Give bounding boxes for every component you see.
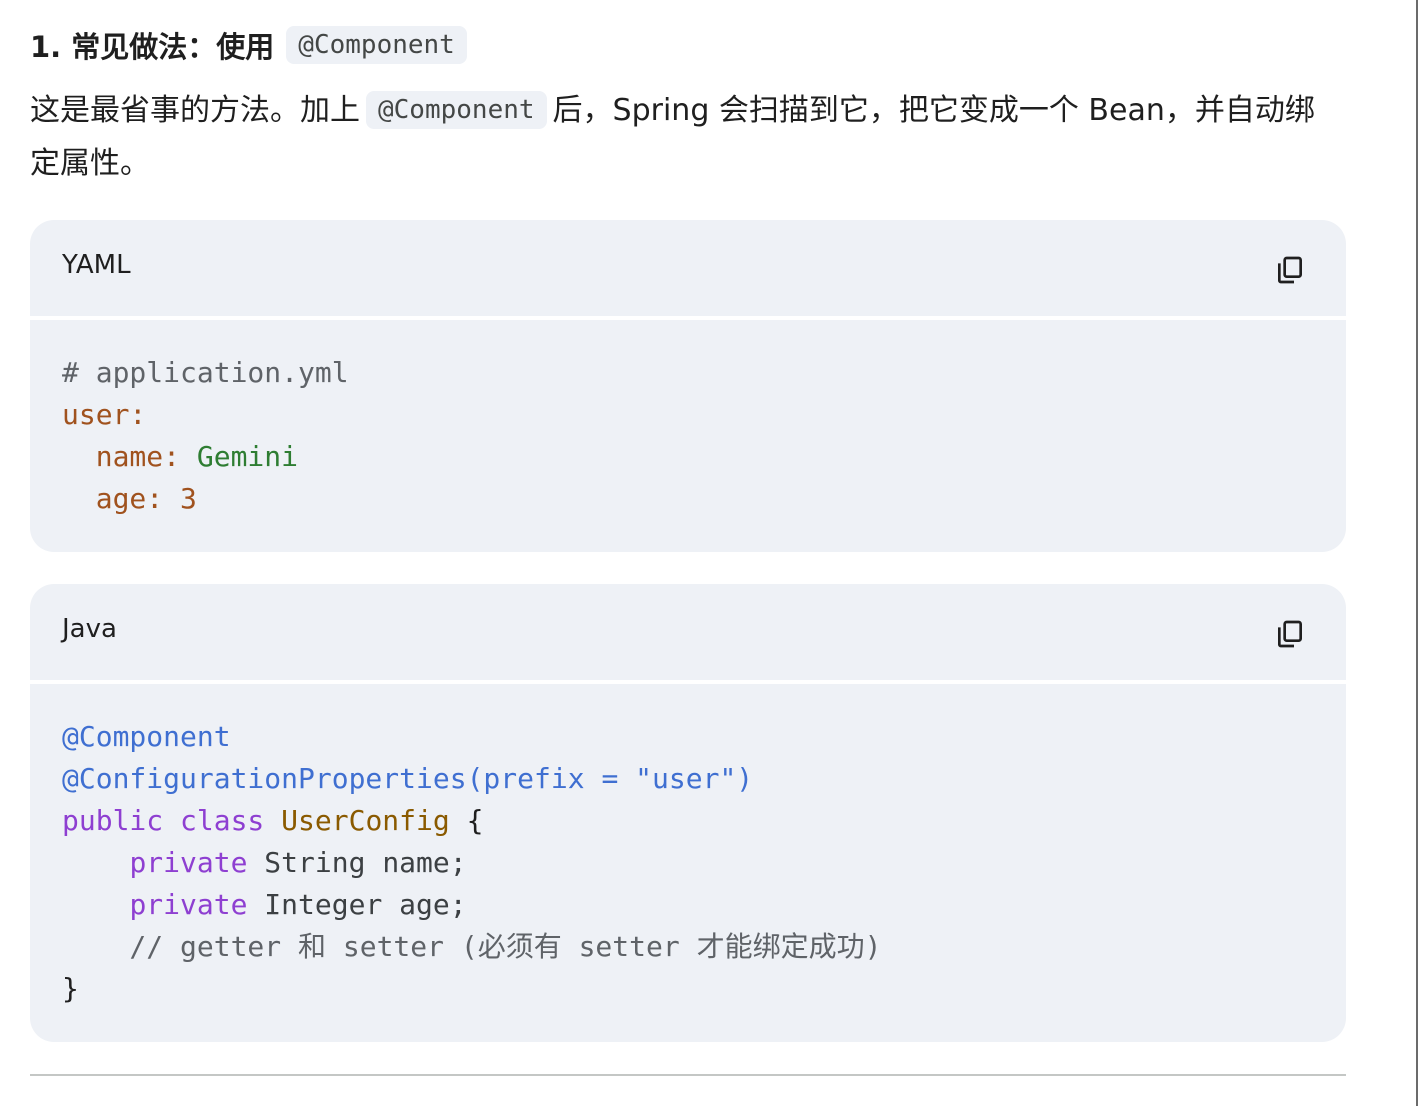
code-token: private [129, 888, 248, 921]
code-line: // getter 和 setter (必须有 setter 才能绑定成功) [62, 926, 1314, 968]
copy-icon[interactable] [1274, 254, 1306, 286]
code-token: # application.yml [62, 356, 349, 389]
heading-inline-code: @Component [286, 26, 467, 64]
description-paragraph: 这是最省事的方法。加上 @Component 后，Spring 会扫描到它，把它变成… [30, 84, 1340, 190]
code-token: public class [62, 804, 282, 837]
java-code-block: Java @Component @ConfigurationProperties(… [30, 584, 1346, 1042]
code-token: name: [62, 440, 197, 473]
copy-icon[interactable] [1274, 618, 1306, 650]
code-line: user: [62, 394, 1314, 436]
code-block-header: Java [30, 584, 1346, 680]
section-heading: 1. 常见做法：使用 @Component [30, 22, 467, 68]
yaml-code-block: YAML # application.yml user: name: Gemini… [30, 220, 1346, 552]
code-line: public class UserConfig { [62, 800, 1314, 842]
paragraph-text-before: 这是最省事的方法。加上 [30, 93, 360, 128]
code-token: String name; [247, 846, 467, 879]
code-line: @Component [62, 716, 1314, 758]
code-block-body: # application.yml user: name: Gemini age:… [30, 320, 1346, 552]
code-language-label: YAML [62, 250, 131, 280]
code-block-header: YAML [30, 220, 1346, 316]
code-token: Integer age; [247, 888, 467, 921]
code-line: private String name; [62, 842, 1314, 884]
divider [30, 1074, 1346, 1076]
code-token: // getter 和 setter (必须有 setter 才能绑定成功) [62, 930, 882, 963]
code-line: private Integer age; [62, 884, 1314, 926]
code-block-body: @Component @ConfigurationProperties(prefi… [30, 684, 1346, 1042]
code-token: @Component [62, 720, 231, 753]
paragraph-inline-code: @Component [366, 91, 547, 129]
heading-text: 1. 常见做法：使用 [30, 30, 275, 64]
code-token: age: 3 [62, 482, 197, 515]
code-line: name: Gemini [62, 436, 1314, 478]
code-language-label: Java [62, 614, 117, 644]
code-token: { [449, 804, 484, 837]
code-line: age: 3 [62, 478, 1314, 520]
code-line: } [62, 968, 1314, 1010]
code-token: user: [62, 398, 147, 431]
code-token: } [62, 972, 79, 1005]
code-token: Gemini [196, 440, 299, 473]
scrollbar-edge [1416, 0, 1418, 1106]
code-line: @ConfigurationProperties(prefix = "user"… [62, 758, 1314, 800]
code-token: UserConfig [281, 804, 450, 837]
response-page: 1. 常见做法：使用 @Component 这是最省事的方法。加上 @Compon… [0, 0, 1420, 1106]
code-token: private [129, 846, 248, 879]
code-token: @ConfigurationProperties(prefix = "user"… [62, 762, 754, 795]
code-line: # application.yml [62, 352, 1314, 394]
